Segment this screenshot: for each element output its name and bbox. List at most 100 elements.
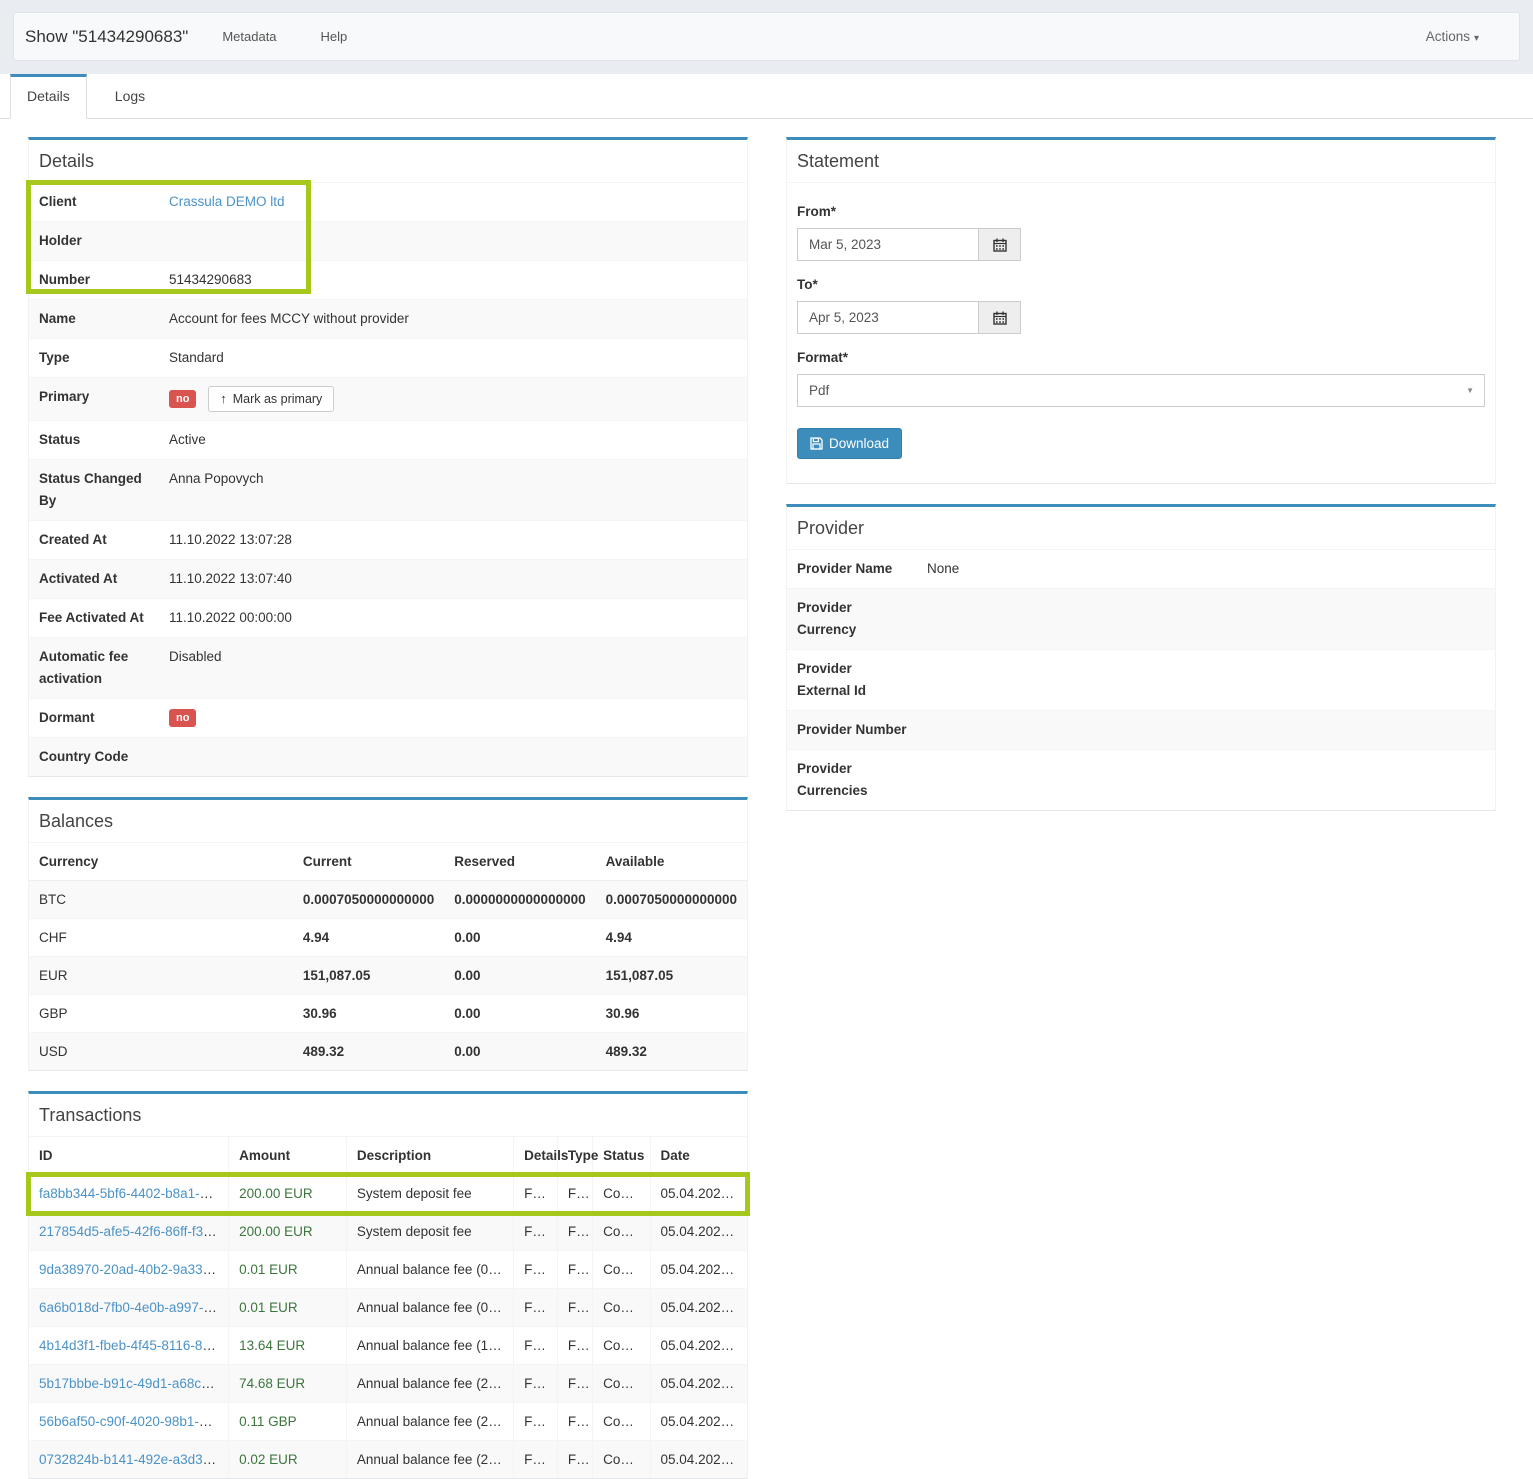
col-description: Description: [346, 1137, 513, 1175]
calendar-icon: [993, 311, 1007, 325]
field-value: [917, 750, 1495, 810]
transaction-type: Fee: [557, 1175, 592, 1213]
format-select[interactable]: Pdf: [797, 374, 1485, 407]
tab-logs[interactable]: Logs: [99, 74, 161, 118]
download-button[interactable]: Download: [797, 428, 902, 459]
transaction-type: Fee: [557, 1365, 592, 1403]
transaction-description: Annual balance fee (03.04.2023): [346, 1289, 513, 1327]
balance-current: 489.32: [293, 1033, 444, 1071]
transaction-id-link[interactable]: 4b14d3f1-fbeb-4f45-8116-80b8b3766c95: [39, 1338, 229, 1353]
transaction-id-link[interactable]: 9da38970-20ad-40b2-9a33-cae10b33dd5e: [39, 1262, 229, 1277]
transaction-id-link[interactable]: 217854d5-afe5-42f6-86ff-f3fe8a93b736: [39, 1224, 229, 1239]
transaction-id-link[interactable]: 5b17bbbe-b91c-49d1-a68c-a5a570503c30: [39, 1376, 229, 1391]
detail-row: Provider Currency: [787, 588, 1495, 649]
transaction-status: Completed: [593, 1403, 650, 1441]
balance-row: EUR 151,087.05 0.00 151,087.05: [29, 957, 747, 995]
balance-reserved: 0.00: [444, 957, 595, 995]
balance-available: 0.0007050000000000: [596, 881, 747, 919]
right-column: Statement From*: [786, 137, 1496, 1479]
transaction-status: Completed: [593, 1365, 650, 1403]
col-available: Available: [596, 843, 747, 881]
menu-item-metadata[interactable]: Metadata: [222, 29, 276, 44]
field-label: Provider Currency: [787, 589, 917, 649]
main-content: Details Client Crassula DEMO ltd Holder …: [0, 119, 1533, 1479]
field-value: [917, 589, 1495, 649]
format-select-wrap: Pdf ▼: [797, 374, 1485, 407]
field-label: Status Changed By: [29, 460, 159, 520]
field-label: Provider Number: [787, 711, 917, 749]
detail-row: Provider Name None: [787, 550, 1495, 588]
transaction-status: Completed: [593, 1213, 650, 1251]
from-date-input[interactable]: [797, 228, 979, 261]
balances-panel: Balances Currency Current Reserved Avail…: [28, 797, 748, 1071]
balance-reserved: 0.00: [444, 1033, 595, 1071]
transaction-type: Fee: [557, 1403, 592, 1441]
field-value: no: [159, 699, 747, 737]
client-link[interactable]: Crassula DEMO ltd: [169, 194, 285, 209]
col-current: Current: [293, 843, 444, 881]
transaction-id-link[interactable]: 56b6af50-c90f-4020-98b1-7468aa679c43: [39, 1414, 229, 1429]
transactions-panel-title: Transactions: [29, 1094, 747, 1137]
field-value-text: None: [927, 561, 959, 576]
provider-rows: Provider Name None Provider Currency Pro…: [787, 550, 1495, 810]
field-value: 11.10.2022 13:07:40: [159, 560, 747, 598]
balance-available: 489.32: [596, 1033, 747, 1071]
detail-row: Provider Number: [787, 710, 1495, 749]
balance-reserved: 0.00: [444, 995, 595, 1033]
detail-row: Dormant no: [29, 698, 747, 737]
menu-item-help[interactable]: Help: [321, 29, 348, 44]
mark-as-primary-button[interactable]: ↑ Mark as primary: [208, 386, 334, 412]
transaction-description: Annual balance fee (28.03.2023): [346, 1365, 513, 1403]
transaction-amount: 200.00 EUR: [229, 1213, 347, 1251]
field-value: 11.10.2022 13:07:28: [159, 521, 747, 559]
transaction-amount: 200.00 EUR: [229, 1175, 347, 1213]
actions-dropdown[interactable]: Actions▾: [1426, 29, 1479, 44]
to-date-input[interactable]: [797, 301, 979, 334]
detail-row: Fee Activated At 11.10.2022 00:00:00: [29, 598, 747, 637]
transaction-row: fa8bb344-5bf6-4402-b8a1-684e8775437d 200…: [29, 1175, 747, 1213]
to-calendar-button[interactable]: [979, 301, 1021, 334]
transaction-description: System deposit fee: [346, 1175, 513, 1213]
transaction-row: 0732824b-b141-492e-a3d3-c14efb70764d 0.0…: [29, 1441, 747, 1479]
transaction-id-link[interactable]: 0732824b-b141-492e-a3d3-c14efb70764d: [39, 1452, 229, 1467]
balance-currency: BTC: [29, 881, 293, 919]
field-value: Disabled: [159, 638, 747, 698]
field-label: Dormant: [29, 699, 159, 737]
detail-row: Name Account for fees MCCY without provi…: [29, 299, 747, 338]
balance-currency: CHF: [29, 919, 293, 957]
to-label: To*: [797, 275, 1485, 295]
transaction-type: Fee: [557, 1213, 592, 1251]
field-value: [159, 222, 747, 260]
transaction-date: 05.04.2023 07:48:57: [650, 1175, 747, 1213]
transaction-description: Annual balance fee (14.03.2023): [346, 1327, 513, 1365]
transaction-id-link[interactable]: 6a6b018d-7fb0-4e0b-a997-53951a189f1d: [39, 1300, 229, 1315]
transaction-id-link[interactable]: fa8bb344-5bf6-4402-b8a1-684e8775437d: [39, 1186, 229, 1201]
field-value: 51434290683: [159, 261, 747, 299]
format-label: Format*: [797, 348, 1485, 368]
to-date-group: [797, 301, 1021, 334]
transaction-date: 05.04.2023 07:34:32: [650, 1213, 747, 1251]
field-value-text: Standard: [169, 350, 224, 365]
col-amount: Amount: [229, 1137, 347, 1175]
field-value-text: 11.10.2022 00:00:00: [169, 610, 292, 625]
from-label: From*: [797, 202, 1485, 222]
caret-down-icon: ▾: [1474, 33, 1479, 44]
detail-row: Provider External Id: [787, 649, 1495, 710]
balances-panel-title: Balances: [29, 800, 747, 843]
balance-current: 4.94: [293, 919, 444, 957]
balance-row: USD 489.32 0.00 489.32: [29, 1033, 747, 1071]
transaction-status: Completed: [593, 1289, 650, 1327]
detail-row: Automatic fee activation Disabled: [29, 637, 747, 698]
field-value: no ↑ Mark as primary: [159, 378, 747, 420]
field-value-text: Account for fees MCCY without provider: [169, 311, 409, 326]
from-calendar-button[interactable]: [979, 228, 1021, 261]
transaction-type: Fee: [557, 1327, 592, 1365]
detail-row: Number 51434290683: [29, 260, 747, 299]
transaction-status: Completed: [593, 1175, 650, 1213]
field-label: Activated At: [29, 560, 159, 598]
field-value: Account for fees MCCY without provider: [159, 300, 747, 338]
transaction-details: Fee fee: [514, 1213, 558, 1251]
details-rows: Client Crassula DEMO ltd Holder Number 5…: [29, 183, 747, 776]
top-strip: Show "51434290683" Metadata Help Actions…: [0, 0, 1533, 74]
tab-details[interactable]: Details: [10, 74, 87, 119]
